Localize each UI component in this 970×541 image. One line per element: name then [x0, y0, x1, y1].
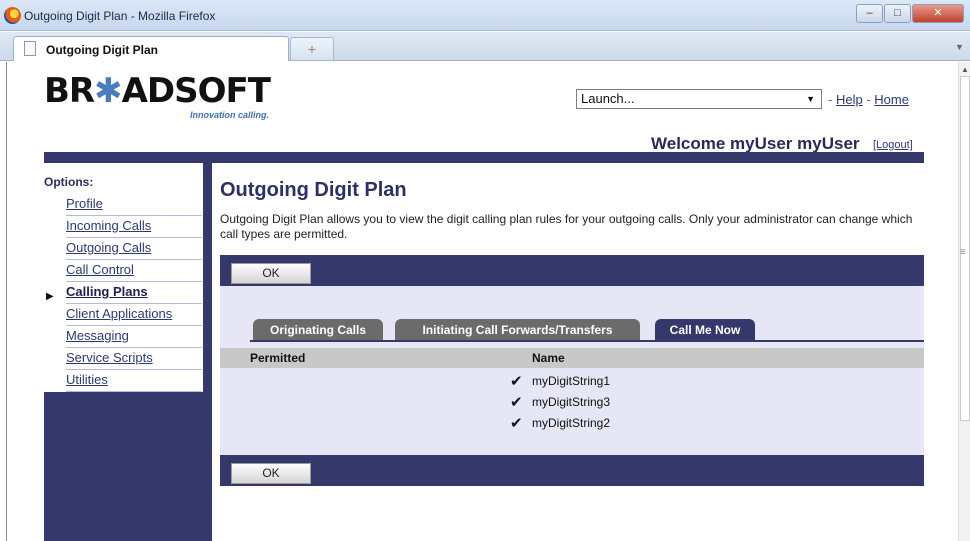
viewport-edge	[6, 62, 7, 541]
header-band	[44, 152, 924, 163]
logout-link[interactable]: [Logout]	[873, 139, 913, 151]
close-button[interactable]: ✕	[912, 4, 964, 23]
checkmark-icon: ✔	[510, 373, 523, 390]
digit-string-name: myDigitString1	[532, 374, 611, 388]
help-link[interactable]: Help	[836, 92, 863, 107]
tab-originating-calls[interactable]: Originating Calls	[253, 319, 383, 342]
tab-list-icon[interactable]: ▼	[955, 42, 964, 52]
logo-suffix: ADSOFT	[121, 71, 271, 111]
checkmark-icon: ✔	[510, 394, 523, 411]
page-title: Outgoing Digit Plan	[220, 179, 407, 201]
link-separator: -	[862, 92, 875, 107]
checkmark-icon: ✔	[510, 415, 523, 432]
minimize-button[interactable]: –	[856, 4, 883, 23]
tab-initiating-call-forwards-transfers[interactable]: Initiating Call Forwards/Transfers	[395, 319, 640, 342]
vertical-scrollbar[interactable]: ▲ ≡	[958, 62, 970, 541]
link-separator: -	[828, 92, 836, 107]
logo-tagline: Innovation calling.	[190, 110, 270, 120]
button-bar-top: OK	[220, 255, 924, 286]
button-bar-bottom: OK	[220, 455, 924, 486]
sidebar-item-call-control[interactable]: Call Control	[66, 260, 202, 282]
window-titlebar: Outgoing Digit Plan - Mozilla Firefox – …	[0, 0, 970, 31]
sidebar-item-profile[interactable]: Profile	[66, 194, 202, 216]
browser-tabbar: Outgoing Digit Plan + ▼	[0, 32, 970, 61]
home-link[interactable]: Home	[874, 92, 909, 107]
launch-select[interactable]: Launch... ▼	[576, 89, 822, 109]
scroll-grip-icon: ≡	[960, 247, 966, 258]
digit-string-name: myDigitString3	[532, 395, 611, 409]
sidebar-item-outgoing-calls[interactable]: Outgoing Calls	[66, 238, 202, 260]
sidebar-item-incoming-calls[interactable]: Incoming Calls	[66, 216, 202, 238]
window-title: Outgoing Digit Plan - Mozilla Firefox	[24, 9, 216, 23]
top-links: - Help - Home	[828, 92, 909, 107]
logo-prefix: BR	[44, 71, 95, 111]
tabs-underline	[250, 340, 924, 342]
broadsoft-logo: BR✱ADSOFT	[44, 71, 271, 111]
content-panel: Originating Calls Initiating Call Forwar…	[220, 286, 924, 455]
sidebar-item-client-applications[interactable]: Client Applications	[66, 304, 202, 326]
table-row: ✔ myDigitString3	[220, 392, 924, 414]
table-row: ✔ myDigitString1	[220, 371, 924, 393]
table-row: ✔ myDigitString2	[220, 413, 924, 435]
options-menu: Options: ▶ Profile Incoming Calls Outgoi…	[44, 163, 203, 392]
sidebar-item-utilities[interactable]: Utilities	[66, 370, 202, 392]
new-tab-button[interactable]: +	[290, 37, 334, 61]
sidebar-item-service-scripts[interactable]: Service Scripts	[66, 348, 202, 370]
digit-string-name: myDigitString2	[532, 416, 611, 430]
ok-button-bottom[interactable]: OK	[231, 463, 311, 484]
welcome-text: Welcome myUser myUser	[651, 134, 860, 153]
current-item-pointer-icon: ▶	[46, 291, 54, 302]
firefox-icon	[4, 7, 21, 24]
options-title: Options:	[44, 175, 94, 189]
ok-button-top[interactable]: OK	[231, 263, 311, 284]
sidebar-item-messaging[interactable]: Messaging	[66, 326, 202, 348]
browser-tab-label: Outgoing Digit Plan	[46, 43, 158, 57]
scroll-up-icon[interactable]: ▲	[959, 65, 970, 74]
tab-call-me-now[interactable]: Call Me Now	[655, 319, 755, 342]
launch-value: Launch...	[581, 91, 635, 106]
column-header-permitted: Permitted	[250, 351, 306, 365]
page-description: Outgoing Digit Plan allows you to view t…	[220, 212, 913, 241]
page-icon	[24, 41, 36, 56]
maximize-button[interactable]: □	[884, 4, 911, 23]
browser-tab[interactable]: Outgoing Digit Plan	[13, 36, 289, 61]
sidebar-item-calling-plans[interactable]: Calling Plans	[66, 282, 202, 304]
table-header: Permitted Name	[220, 348, 924, 368]
sidebar: Options: ▶ Profile Incoming Calls Outgoi…	[44, 163, 212, 541]
chevron-down-icon: ▼	[806, 94, 815, 104]
logo-star-icon: ✱	[94, 71, 122, 111]
column-header-name: Name	[532, 351, 565, 365]
